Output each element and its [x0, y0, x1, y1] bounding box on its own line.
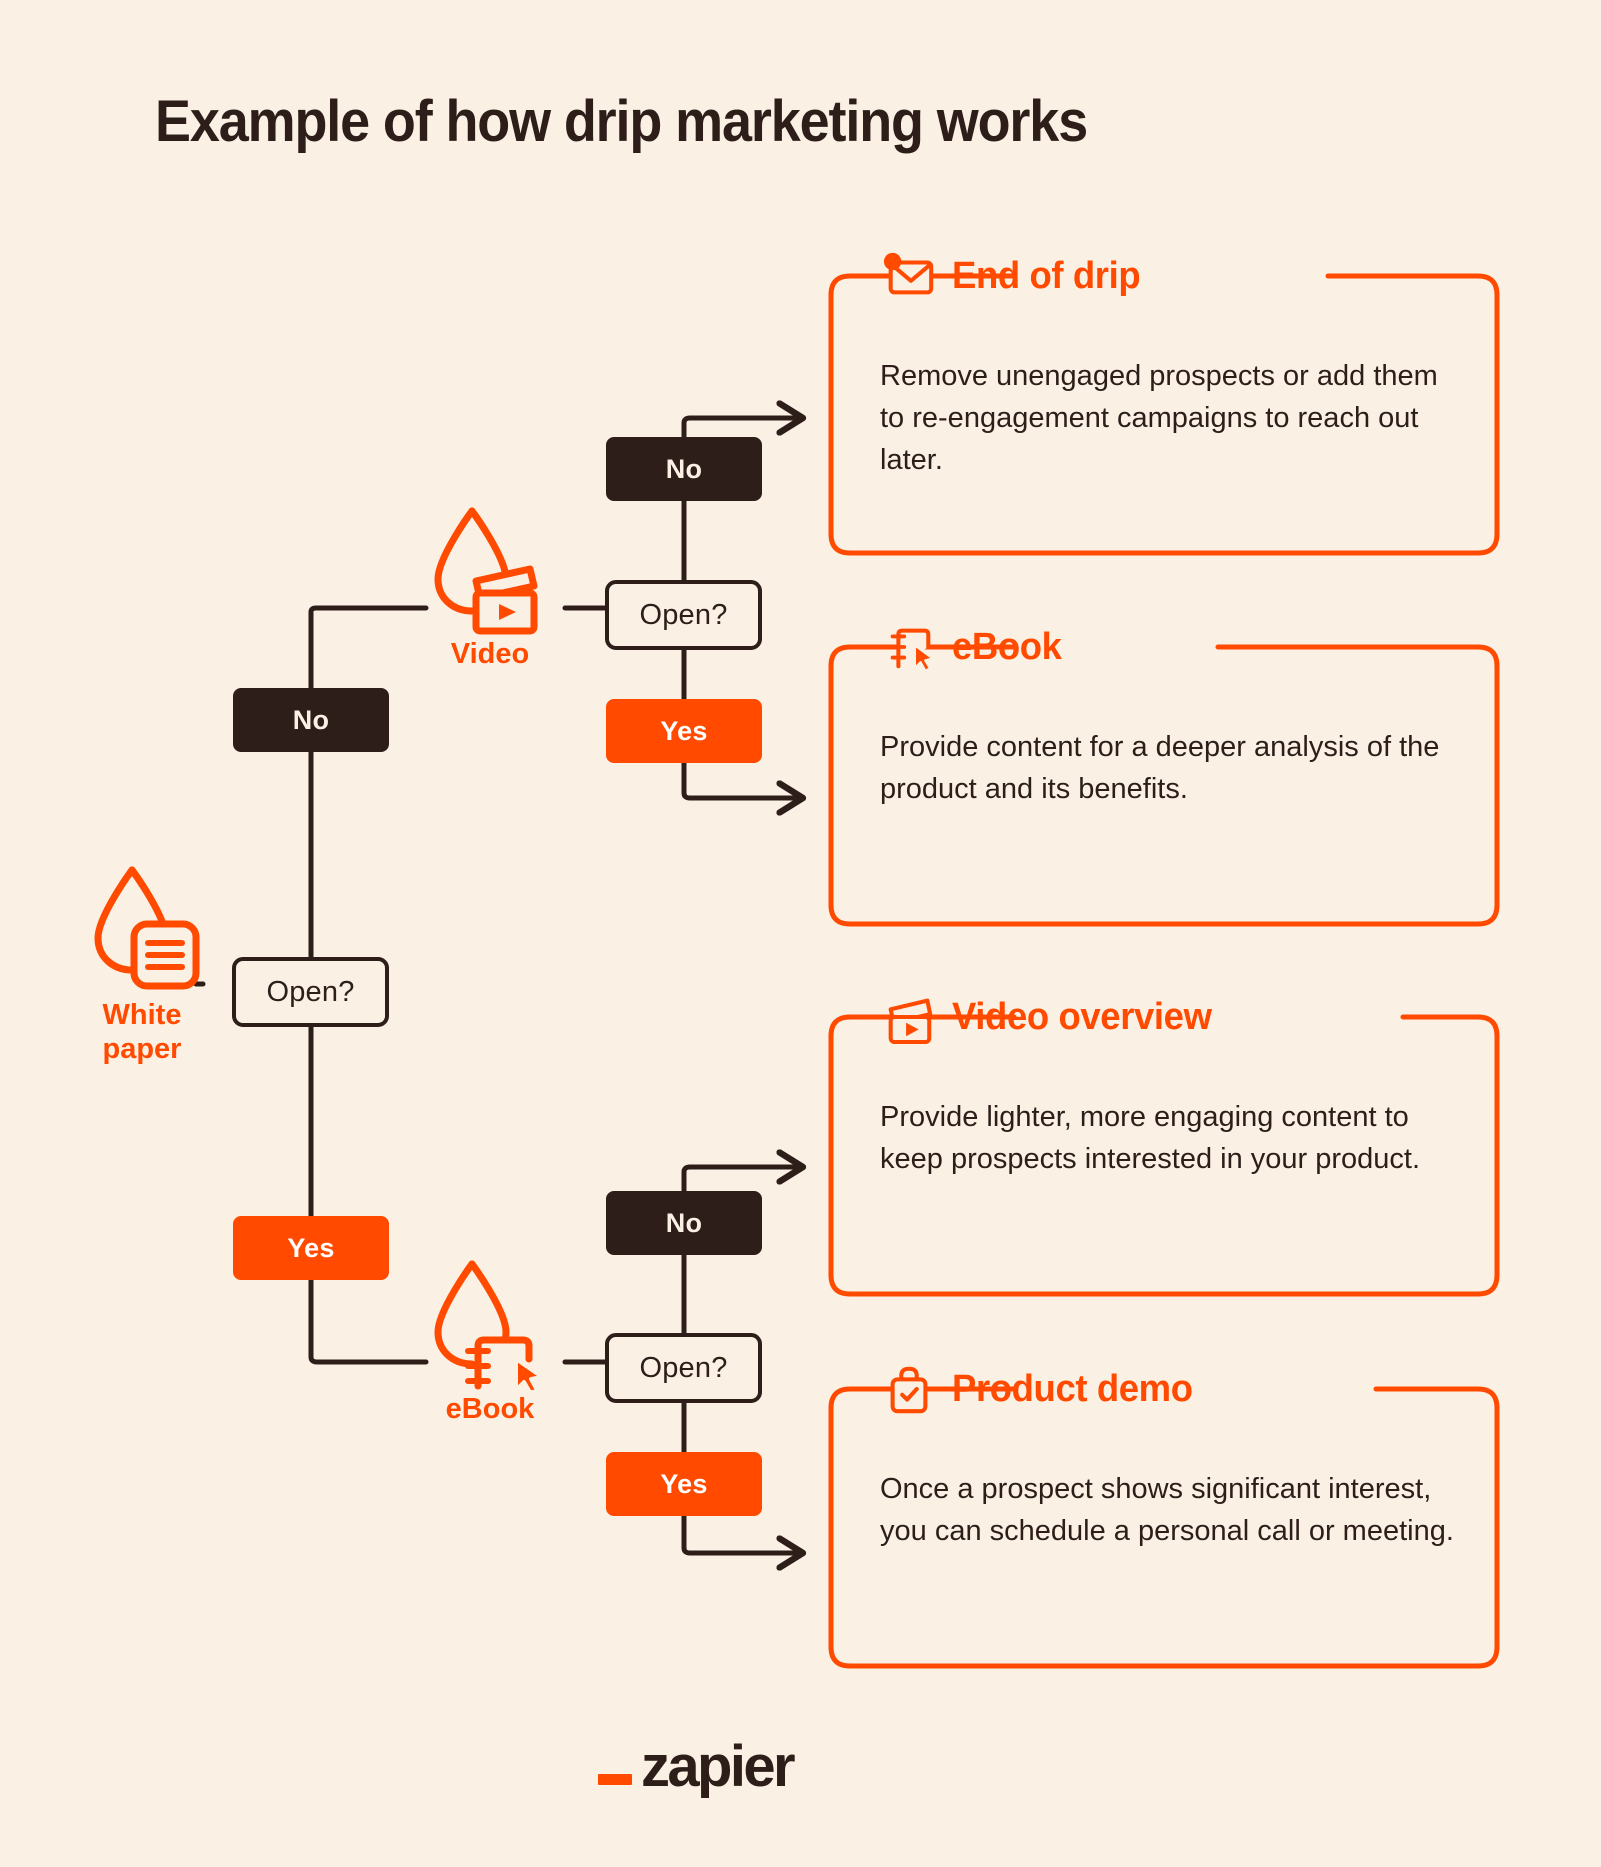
branch-no-1[interactable]: No: [233, 688, 389, 752]
zapier-logo: zapier: [598, 1734, 796, 1799]
notebook-cursor-icon: [890, 628, 935, 673]
card-end-of-drip-header: End of drip: [882, 244, 1148, 308]
node-label-video: Video: [450, 638, 530, 670]
card-ebook-body: Provide content for a deeper analysis of…: [880, 731, 1440, 806]
clapperboard-icon: [888, 998, 933, 1044]
node-label-ebook: eBook: [445, 1393, 535, 1425]
decision-open-3-label: Open?: [639, 1351, 728, 1384]
node-white-paper: White paper: [86, 862, 214, 1065]
drip-ebook-icon: [434, 1260, 544, 1396]
decision-open-2-label: Open?: [639, 598, 728, 631]
branch-yes-2[interactable]: Yes: [606, 699, 762, 763]
bag-check-icon: [890, 1366, 928, 1414]
card-product-demo-header: Product demo: [882, 1357, 1203, 1421]
branch-yes-1-label: Yes: [287, 1232, 335, 1263]
page-title: Example of how drip marketing works: [155, 89, 1088, 154]
drip-video-icon: [434, 507, 538, 635]
branch-no-2[interactable]: No: [606, 437, 762, 501]
card-ebook-header: eBook: [882, 615, 1066, 679]
card-ebook[interactable]: eBook Provide content for a deeper analy…: [828, 626, 1500, 927]
card-end-of-drip[interactable]: End of drip Remove unengaged prospects o…: [828, 252, 1500, 556]
branch-no-1-label: No: [292, 704, 330, 735]
card-product-demo-body: Once a prospect shows significant intere…: [880, 1473, 1454, 1548]
decision-open-3[interactable]: Open?: [605, 1333, 762, 1403]
card-video-overview-title: Video overview: [952, 995, 1212, 1038]
infographic-root: Example of how drip marketing works Whit…: [0, 0, 1601, 1867]
card-end-of-drip-body: Remove unengaged prospects or add them t…: [880, 360, 1438, 477]
branch-no-2-label: No: [665, 453, 703, 484]
node-label-white-paper: White paper: [102, 999, 182, 1066]
logo-dash-icon: [598, 1774, 632, 1785]
zapier-wordmark: zapier: [641, 1734, 796, 1799]
drip-whitepaper-icon: [94, 866, 200, 990]
branch-yes-3[interactable]: Yes: [606, 1452, 762, 1516]
card-video-overview-header: Video overview: [882, 985, 1222, 1049]
envelope-alert-icon: [883, 252, 934, 295]
branch-no-3-label: No: [665, 1207, 703, 1238]
decision-open-1-label: Open?: [266, 975, 355, 1008]
card-product-demo-title: Product demo: [952, 1367, 1193, 1410]
card-video-overview[interactable]: Video overview Provide lighter, more eng…: [828, 996, 1500, 1297]
card-end-of-drip-title: End of drip: [952, 254, 1141, 297]
branch-no-3[interactable]: No: [606, 1191, 762, 1255]
branch-yes-1[interactable]: Yes: [233, 1216, 389, 1280]
card-product-demo[interactable]: Product demo Once a prospect shows signi…: [828, 1366, 1500, 1669]
card-video-overview-body: Provide lighter, more engaging content t…: [880, 1101, 1421, 1176]
decision-open-1[interactable]: Open?: [232, 957, 389, 1027]
node-ebook: eBook: [424, 1258, 560, 1428]
node-video: Video: [424, 505, 560, 675]
decision-open-2[interactable]: Open?: [605, 580, 762, 650]
branch-yes-2-label: Yes: [660, 715, 708, 746]
branch-yes-3-label: Yes: [660, 1468, 708, 1499]
card-ebook-title: eBook: [952, 625, 1062, 668]
